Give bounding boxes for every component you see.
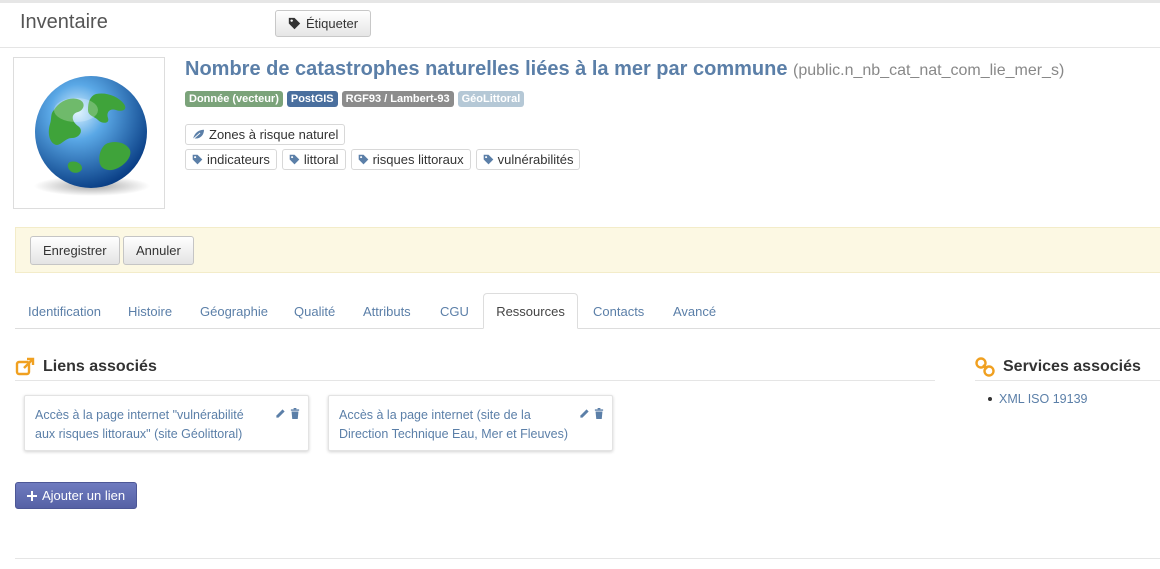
pencil-icon[interactable] (275, 408, 286, 419)
plus-icon (27, 490, 37, 501)
category-chip[interactable]: Zones à risque naturel (185, 124, 346, 145)
tab-contacts[interactable]: Contacts (580, 293, 657, 329)
bottom-divider (15, 558, 1160, 559)
dataset-thumbnail (13, 57, 165, 209)
link-text-line: Accès à la page internet (site de la (339, 408, 531, 422)
bullet-icon (988, 397, 992, 401)
keyword-chip[interactable]: risques littoraux (350, 149, 471, 170)
dataset-title-text: Nombre de catastrophes naturelles liées … (185, 58, 788, 80)
tag-icon (289, 154, 300, 165)
tab-histoire[interactable]: Histoire (115, 293, 185, 329)
tab-ressources[interactable]: Ressources (483, 293, 578, 329)
tag-button[interactable]: Étiqueter (275, 10, 372, 37)
tab-geographie[interactable]: Géographie (187, 293, 281, 329)
save-button[interactable]: Enregistrer (30, 236, 120, 265)
badge-row: Donnée (vecteur) PostGIS RGF93 / Lambert… (185, 91, 525, 107)
dataset-title: Nombre de catastrophes naturelles liées … (185, 58, 1064, 81)
link-text-line: Accès à la page internet "vulnérabilité (35, 408, 244, 422)
trash-icon[interactable] (290, 408, 300, 419)
keyword-label: risques littoraux (372, 152, 464, 167)
tab-attributs[interactable]: Attributs (350, 293, 424, 329)
tag-icon (288, 17, 301, 30)
link-text-line: aux risques littoraux" (site Géolittoral… (35, 427, 243, 441)
tag-button-label: Étiqueter (306, 16, 359, 31)
keyword-chip[interactable]: indicateurs (185, 149, 277, 170)
services-section-title: Services associés (975, 357, 1141, 377)
tag-icon (192, 154, 203, 165)
header-divider (0, 47, 1160, 48)
service-item[interactable]: XML ISO 19139 (988, 392, 1087, 406)
badge-data-type: Donnée (vecteur) (185, 91, 283, 107)
tag-icon (483, 154, 493, 165)
tab-qualite[interactable]: Qualité (281, 293, 348, 329)
link-card[interactable]: Accès à la page internet "vulnérabilité … (24, 395, 309, 451)
keyword-label: vulnérabilités (497, 152, 574, 167)
keyword-label: littoral (303, 152, 339, 167)
link-card[interactable]: Accès à la page internet (site de la Dir… (328, 395, 613, 451)
tab-identification[interactable]: Identification (15, 293, 114, 329)
keyword-chip[interactable]: vulnérabilités (475, 149, 581, 170)
links-section-label: Liens associés (43, 358, 157, 375)
leaf-icon (192, 129, 204, 140)
chain-link-icon (975, 357, 995, 377)
link-text-line: Direction Technique Eau, Mer et Fleuves) (339, 427, 569, 441)
services-section-divider (975, 380, 1160, 381)
service-link[interactable]: XML ISO 19139 (999, 392, 1087, 406)
cancel-button[interactable]: Annuler (123, 236, 194, 265)
top-border (0, 0, 1160, 3)
services-section-label: Services associés (1003, 358, 1141, 375)
add-link-label: Ajouter un lien (42, 488, 126, 503)
trash-icon[interactable] (594, 408, 604, 419)
link-text[interactable]: Accès à la page internet (site de la Dir… (339, 406, 568, 444)
pencil-icon[interactable] (579, 408, 590, 419)
badge-postgis: PostGIS (286, 91, 338, 107)
keyword-chip[interactable]: littoral (281, 149, 346, 170)
add-link-button[interactable]: Ajouter un lien (15, 482, 138, 509)
category-label: Zones à risque naturel (209, 127, 339, 142)
tab-avance[interactable]: Avancé (660, 293, 729, 329)
badge-projection: RGF93 / Lambert-93 (341, 91, 454, 107)
external-link-icon (15, 357, 35, 376)
badge-organisation: GéoLittoral (457, 91, 525, 107)
dataset-table-name: (public.n_nb_cat_nat_com_lie_mer_s) (793, 62, 1065, 79)
keyword-label: indicateurs (207, 152, 270, 167)
category-row: Zones à risque naturel (185, 124, 346, 145)
app-title: Inventaire (20, 11, 108, 33)
link-text[interactable]: Accès à la page internet "vulnérabilité … (35, 406, 244, 444)
tag-icon (358, 154, 368, 165)
globe-icon (34, 76, 150, 196)
keyword-row: indicateurs littoral risques littoraux v… (185, 149, 581, 170)
links-section-divider (15, 380, 935, 381)
tab-cgu[interactable]: CGU (427, 293, 482, 329)
links-section-title: Liens associés (15, 357, 157, 377)
